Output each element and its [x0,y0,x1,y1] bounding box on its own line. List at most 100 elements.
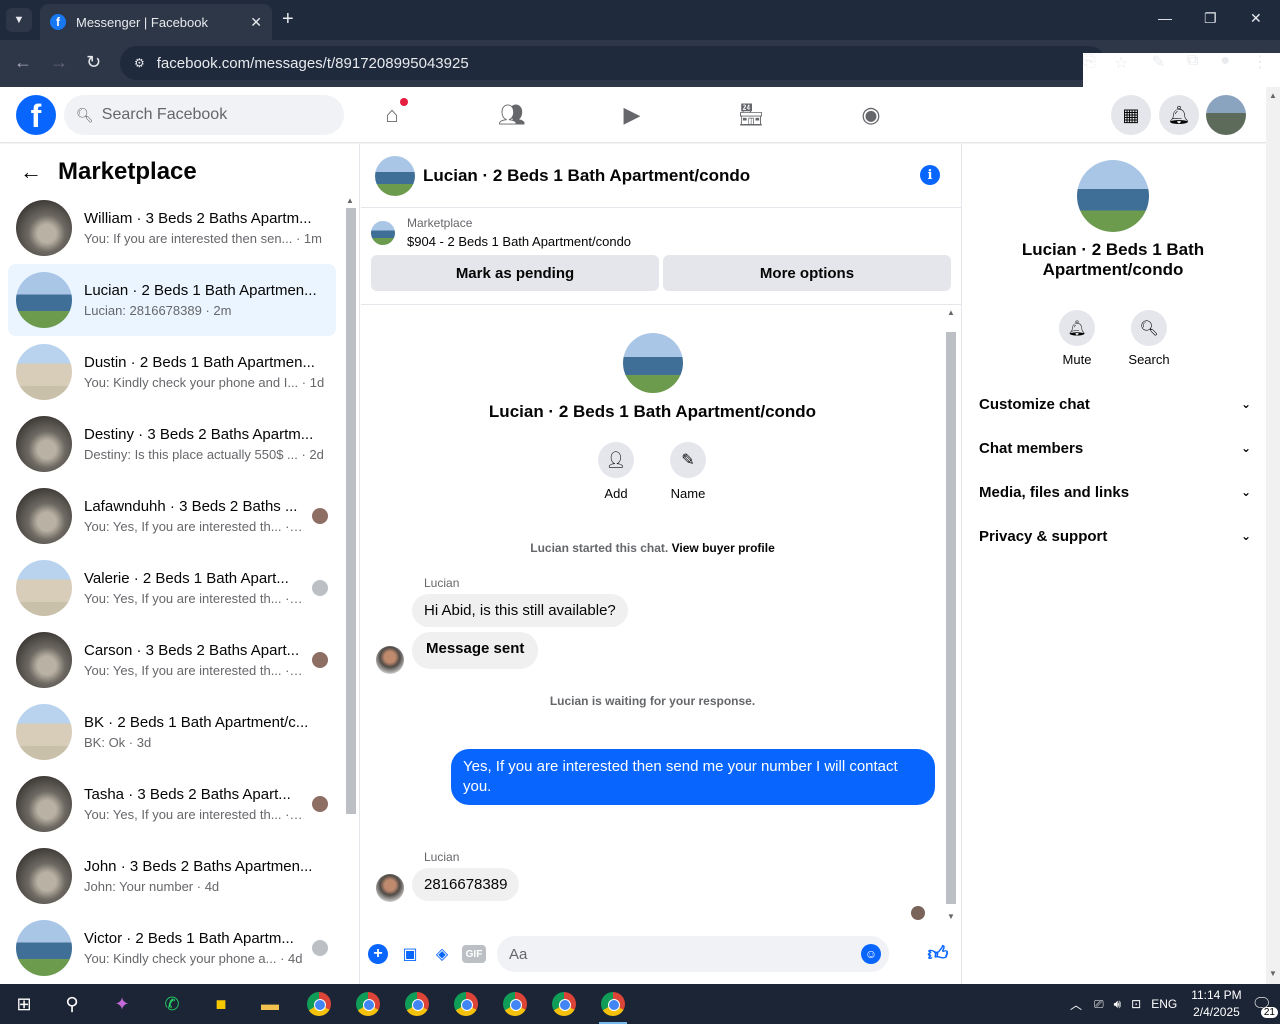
menu-grid-icon[interactable]: ▦ [1111,95,1151,135]
watch-icon[interactable]: ▶ [618,101,646,129]
address-bar[interactable]: ⚙ facebook.com/messages/t/89172089950439… [120,46,1280,893]
conversation-item[interactable]: Destiny · 3 Beds 2 Baths Apartm... Destin… [8,408,336,480]
scroll-down-icon[interactable]: ▼ [947,912,955,921]
photo-icon[interactable]: ▣ [400,944,420,964]
mark-as-pending-button[interactable]: Mark as pending [371,255,659,291]
site-info-icon[interactable]: ⚙ [134,56,145,70]
conversation-preview: You: Yes, If you are interested th... · … [84,663,304,678]
scroll-up-icon[interactable]: ▲ [1269,91,1277,100]
search-chat-button[interactable]: 🔍︎ Search [1128,310,1170,367]
restore-icon[interactable]: ❐ [1204,10,1217,27]
customize-chat-section[interactable]: Customize chat ⌄ [979,382,1251,426]
name-chat-button[interactable]: ✎ Name [670,442,706,501]
mute-button[interactable]: 🔔︎ Mute [1057,310,1097,367]
media-files-links-section[interactable]: Media, files and links ⌄ [979,470,1251,514]
chrome-icon[interactable] [452,990,480,1018]
scroll-up-icon[interactable]: ▲ [947,308,955,317]
page-scrollbar[interactable]: ▲ ▼ [1266,87,1280,984]
gif-icon[interactable]: GIF [462,945,486,963]
chevron-up-icon[interactable]: ︿ [1070,996,1082,1013]
taskbar-search-icon[interactable]: ⚲ [58,990,86,1018]
listing-thumbnail[interactable] [371,220,395,245]
back-icon[interactable]: ← [14,52,32,73]
facebook-search-input[interactable]: 🔍︎ Search Facebook [64,95,344,135]
conversation-item[interactable]: William · 3 Beds 2 Baths Apartm... You: I… [8,192,336,264]
thumbs-up-icon[interactable]: 👍︎ [928,943,949,965]
menu-icon[interactable]: ⋮ [1252,52,1268,72]
facebook-logo-icon[interactable]: f [16,95,56,135]
sticker-icon[interactable]: ◈ [432,944,452,964]
browser-tab[interactable]: f Messenger | Facebook ✕ [40,4,272,40]
more-options-button[interactable]: More options [663,255,951,291]
back-arrow-icon[interactable]: ← [20,159,42,185]
chat-avatar[interactable] [375,155,415,196]
info-avatar[interactable] [1077,160,1149,232]
listing-price[interactable]: $904 - 2 Beds 1 Bath Apartment/condo [407,234,631,249]
notifications-bell-icon[interactable]: 🔔︎ [1159,95,1199,135]
minimize-icon[interactable]: — [1158,10,1172,26]
privacy-support-section[interactable]: Privacy & support ⌄ [979,514,1251,558]
close-tab-icon[interactable]: ✕ [250,14,262,31]
close-window-icon[interactable]: ✕ [1250,10,1262,27]
notifications-icon[interactable]: 🗨︎ 21 [1252,994,1278,1018]
chrome-icon[interactable] [354,990,382,1018]
chrome-icon[interactable] [550,990,578,1018]
message-bubble[interactable]: 2816678389 [412,868,520,901]
conversation-item[interactable]: Carson · 3 Beds 2 Baths Apart... You: Yes… [8,624,336,696]
language-indicator[interactable]: ENG [1151,997,1177,1011]
message-input[interactable]: Aa ☺ [497,936,889,972]
conversation-item[interactable]: Victor · 2 Beds 1 Bath Apartm... You: Kin… [8,912,336,984]
copilot-icon[interactable]: ✦ [108,990,136,1018]
meet-now-icon[interactable]: ⎚ [1094,997,1104,1012]
sticky-notes-icon[interactable]: ■ [207,990,235,1018]
view-buyer-profile-link[interactable]: View buyer profile [672,541,775,555]
conversation-item[interactable]: BK · 2 Beds 1 Bath Apartment/c... BK: Ok … [8,696,336,768]
volume-icon[interactable]: 🔊︎ [1114,997,1122,1012]
sender-avatar[interactable] [376,646,404,674]
conversation-item[interactable]: Lafawnduhh · 3 Beds 2 Baths ... You: Yes,… [8,480,336,552]
forward-icon[interactable]: → [50,52,68,73]
conversation-item[interactable]: Valerie · 2 Beds 1 Bath Apart... You: Yes… [8,552,336,624]
add-people-button[interactable]: 👤︎ Add [598,442,634,501]
marketplace-icon[interactable]: 🏪︎ [737,101,765,129]
thread-scrollbar[interactable]: ▲ ▼ [943,308,959,924]
conversation-thumbnail [16,488,72,544]
conversation-item[interactable]: John · 3 Beds 2 Baths Apartmen... John: Y… [8,840,336,912]
conversation-list-scrollbar[interactable]: ▲ ▼ [344,194,358,1024]
info-icon[interactable]: i [920,165,940,185]
home-icon[interactable]: ⌂ [378,98,408,129]
pen-icon[interactable]: ✎ [1151,52,1164,72]
conversation-item[interactable]: Tasha · 3 Beds 2 Baths Apart... You: Yes,… [8,768,336,840]
tab-search-button[interactable]: ▼ [6,8,32,32]
emoji-icon[interactable]: ☺ [861,944,881,964]
message-bubble[interactable]: Hi Abid, is this still available? [412,594,628,627]
chrome-icon[interactable] [501,990,529,1018]
conversation-item[interactable]: Dustin · 2 Beds 1 Bath Apartmen... You: K… [8,336,336,408]
scrollbar-thumb[interactable] [946,332,956,904]
message-bubble[interactable]: Message sent [412,632,539,669]
chrome-icon[interactable] [305,990,333,1018]
chrome-icon[interactable] [599,990,627,1024]
groups-icon[interactable]: ◉ [857,101,885,129]
my-message-bubble[interactable]: Yes, If you are interested then send me … [451,749,935,805]
friends-icon[interactable]: 👥︎ [498,101,526,129]
profile-icon[interactable]: ● [1220,52,1230,72]
plus-icon[interactable]: + [368,944,388,964]
conversation-item[interactable]: Lucian · 2 Beds 1 Bath Apartmen... Lucian… [8,264,336,336]
windows-start-icon[interactable]: ⊞ [10,990,38,1018]
chat-members-section[interactable]: Chat members ⌄ [979,426,1251,470]
scroll-up-icon[interactable]: ▲ [346,196,354,205]
sender-avatar[interactable] [376,874,404,902]
chrome-icon[interactable] [403,990,431,1018]
whatsapp-icon[interactable]: ✆ [158,990,186,1018]
new-tab-button[interactable]: + [282,8,294,31]
extensions-icon[interactable]: ⧉ [1187,52,1198,72]
chat-title[interactable]: Lucian · 2 Beds 1 Bath Apartment/condo [423,166,750,186]
file-explorer-icon[interactable]: ▬ [256,990,284,1018]
account-avatar[interactable] [1206,95,1246,135]
network-icon[interactable]: ⊡ [1131,997,1141,1011]
clock[interactable]: 11:14 PM 2/4/2025 [1191,987,1241,1021]
scrollbar-thumb[interactable] [346,208,356,814]
scroll-down-icon[interactable]: ▼ [1269,969,1277,978]
reload-icon[interactable]: ↻ [86,52,101,73]
